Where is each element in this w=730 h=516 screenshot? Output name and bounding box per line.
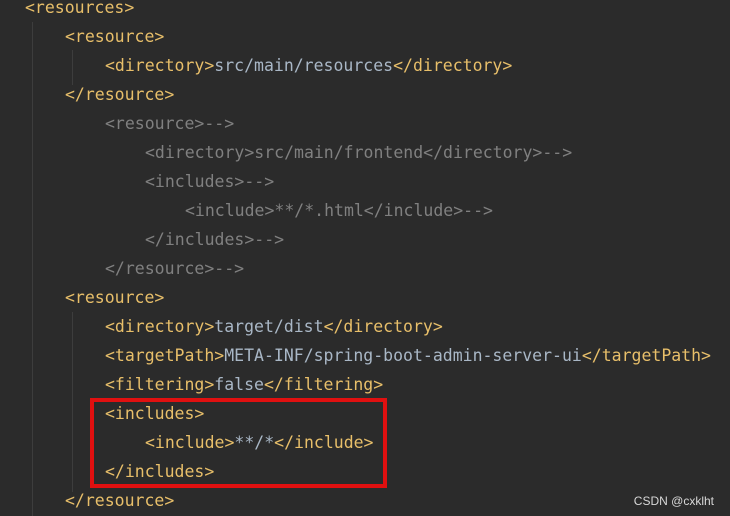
xml-open-tag: <filtering> <box>105 375 215 394</box>
xml-tag: <resources> <box>25 0 135 17</box>
code-line[interactable]: </resource> <box>65 486 174 515</box>
xml-close-tag: </directory> <box>393 56 513 75</box>
xml-open-tag: <directory> <box>105 317 215 336</box>
xml-tag: <resource> <box>65 288 165 307</box>
code-line[interactable]: </resource>--> <box>105 254 244 283</box>
code-line[interactable]: <directory>target/dist</directory> <box>105 312 443 341</box>
code-line[interactable]: <includes>--> <box>145 167 274 196</box>
watermark: CSDN @cxklht <box>633 494 714 508</box>
xml-text-value: false <box>214 375 264 394</box>
code-line[interactable]: <resource> <box>65 22 164 51</box>
xml-comment: <resource>--> <box>105 114 235 133</box>
xml-text-value: META-INF/spring-boot-admin-server-ui <box>224 346 582 365</box>
code-line[interactable]: <directory>src/main/frontend</directory>… <box>145 138 572 167</box>
xml-open-tag: <directory> <box>105 56 215 75</box>
highlight-box <box>90 398 387 488</box>
code-line[interactable]: </resource> <box>65 80 174 109</box>
xml-comment: </resource>--> <box>105 259 245 278</box>
xml-tag: <resource> <box>65 27 165 46</box>
code-line[interactable]: <targetPath>META-INF/spring-boot-admin-s… <box>105 341 711 370</box>
xml-comment: <includes>--> <box>145 172 275 191</box>
xml-tag: </resource> <box>65 491 175 510</box>
xml-text-value: target/dist <box>214 317 324 336</box>
code-line[interactable]: <directory>src/main/resources</directory… <box>105 51 512 80</box>
code-line[interactable]: <include>**/*.html</include>--> <box>185 196 493 225</box>
xml-comment: <include>**/*.html</include>--> <box>185 201 493 220</box>
xml-close-tag: </targetPath> <box>581 346 711 365</box>
code-editor[interactable]: <resources> <resource> <directory>src/main… <box>0 0 730 516</box>
xml-comment: <directory>src/main/frontend</directory>… <box>145 143 573 162</box>
xml-comment: </includes>--> <box>145 230 285 249</box>
code-line[interactable]: </includes>--> <box>145 225 284 254</box>
indent-guide <box>32 22 33 516</box>
xml-open-tag: <targetPath> <box>105 346 225 365</box>
xml-close-tag: </filtering> <box>263 375 384 394</box>
indent-guide <box>72 312 73 492</box>
code-line[interactable]: <filtering>false</filtering> <box>105 370 383 399</box>
code-line[interactable]: <resource>--> <box>105 109 234 138</box>
xml-tag: </resource> <box>65 85 175 104</box>
code-line[interactable]: <resource> <box>65 283 164 312</box>
xml-text-value: src/main/resources <box>214 56 394 75</box>
xml-close-tag: </directory> <box>323 317 443 336</box>
code-line[interactable]: <resources> <box>25 0 134 22</box>
